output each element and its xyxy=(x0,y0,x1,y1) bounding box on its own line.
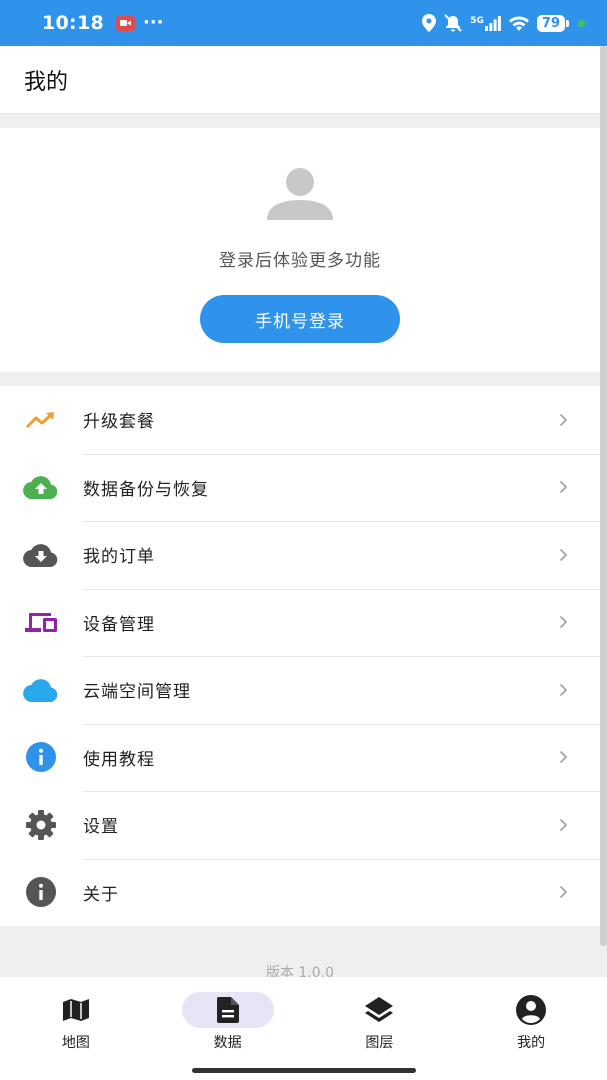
map-icon xyxy=(62,999,89,1021)
nav-icon-container xyxy=(181,992,274,1028)
network-type: 5G xyxy=(470,15,484,26)
status-bar: 10:18 ··· 5G 79 xyxy=(0,0,607,46)
menu-item-about[interactable]: 关于 xyxy=(0,858,600,927)
settings-menu: 升级套餐 数据备份与恢复 我的订单 设备管理 云端空间管理 使用教程 设置 关于 xyxy=(0,386,600,926)
cloud-icon xyxy=(21,670,61,710)
menu-item-label: 设备管理 xyxy=(83,614,155,635)
cloud-download-icon xyxy=(21,535,61,575)
chevron-right-icon xyxy=(559,683,568,696)
nav-label: 图层 xyxy=(365,1035,394,1051)
nav-tab-map[interactable]: 地图 xyxy=(0,977,152,1080)
nav-label: 我的 xyxy=(517,1035,546,1051)
page-title: 我的 xyxy=(24,69,69,95)
info-icon xyxy=(21,872,61,912)
nav-tab-mine[interactable]: 我的 xyxy=(455,977,607,1080)
cloud-upload-icon xyxy=(21,467,61,507)
location-icon xyxy=(422,14,437,32)
menu-item-label: 关于 xyxy=(83,884,119,905)
nav-icon-container xyxy=(30,992,122,1028)
chevron-right-icon xyxy=(559,481,568,494)
signal-icon xyxy=(484,15,501,31)
scrollbar[interactable] xyxy=(600,46,607,946)
menu-item-label: 数据备份与恢复 xyxy=(83,479,209,500)
profile-card: 登录后体验更多功能 手机号登录 xyxy=(0,128,600,372)
chevron-right-icon xyxy=(559,413,568,426)
menu-item-backup-restore[interactable]: 数据备份与恢复 xyxy=(0,453,600,522)
home-indicator[interactable] xyxy=(192,1068,416,1073)
menu-item-label: 设置 xyxy=(83,817,119,838)
menu-item-cloud-space[interactable]: 云端空间管理 xyxy=(0,656,600,724)
devices-icon xyxy=(21,602,61,642)
chevron-right-icon xyxy=(559,616,568,629)
chevron-right-icon xyxy=(559,751,568,764)
menu-item-settings[interactable]: 设置 xyxy=(0,791,600,859)
nav-label: 地图 xyxy=(61,1035,90,1051)
menu-item-device-management[interactable]: 设备管理 xyxy=(0,588,600,657)
app-bar: 我的 xyxy=(0,46,600,114)
gear-icon xyxy=(21,805,61,845)
nav-icon-container xyxy=(485,992,577,1028)
menu-item-upgrade-plan[interactable]: 升级套餐 xyxy=(0,386,600,454)
chevron-right-icon xyxy=(559,886,568,899)
nav-icon-container xyxy=(333,992,425,1028)
menu-item-label: 我的订单 xyxy=(83,547,155,568)
screen-record-icon xyxy=(115,15,135,31)
nav-tab-data[interactable]: 数据 xyxy=(152,977,304,1080)
more-notifications-icon: ··· xyxy=(142,12,164,33)
default-avatar-icon xyxy=(267,168,333,220)
menu-item-label: 使用教程 xyxy=(83,749,155,770)
nav-label: 数据 xyxy=(213,1035,242,1051)
wifi-icon xyxy=(508,16,529,31)
layers-icon xyxy=(365,997,394,1022)
account-icon xyxy=(516,995,547,1025)
trending-up-icon xyxy=(21,400,61,440)
menu-item-label: 云端空间管理 xyxy=(83,682,191,703)
privacy-indicator-dot xyxy=(578,19,585,27)
menu-item-label: 升级套餐 xyxy=(83,412,155,433)
phone-login-button[interactable]: 手机号登录 xyxy=(200,295,400,343)
status-time: 10:18 xyxy=(42,12,104,34)
status-icons: 5G 79 xyxy=(422,14,585,32)
login-hint-text: 登录后体验更多功能 xyxy=(219,251,381,271)
chevron-right-icon xyxy=(559,818,568,831)
chevron-right-icon xyxy=(559,548,568,561)
bottom-navigation: 地图 数据 图层 我的 xyxy=(0,977,607,1080)
document-icon xyxy=(216,997,239,1023)
info-icon xyxy=(21,737,61,777)
menu-item-my-orders[interactable]: 我的订单 xyxy=(0,521,600,589)
nav-tab-layers[interactable]: 图层 xyxy=(304,977,456,1080)
menu-item-tutorial[interactable]: 使用教程 xyxy=(0,723,600,792)
mute-icon xyxy=(444,14,462,32)
battery-indicator: 79 xyxy=(536,14,570,32)
